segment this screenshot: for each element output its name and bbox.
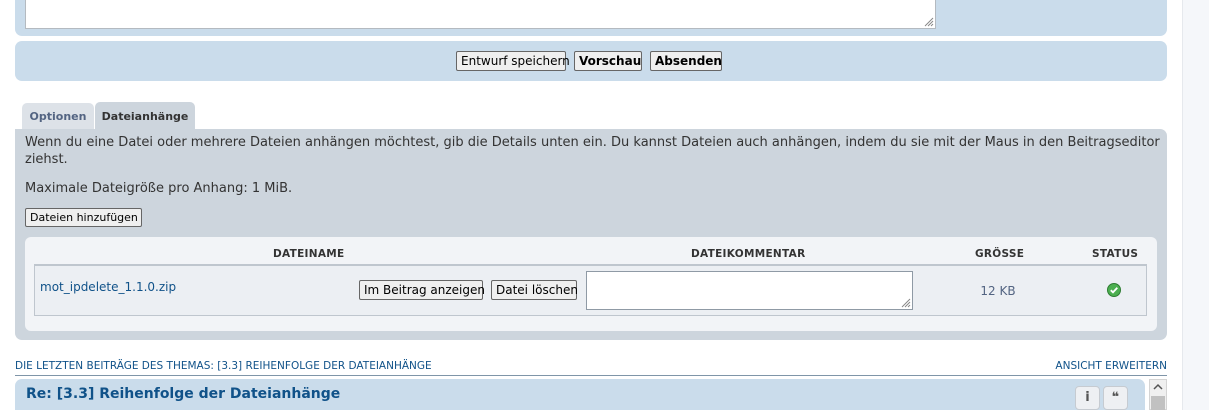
attachments-intro: Wenn du eine Datei oder mehrere Dateien … (25, 135, 1160, 150)
scroll-up-icon[interactable] (1153, 382, 1163, 392)
scrollbar[interactable] (1149, 379, 1167, 410)
resize-grip-icon[interactable] (922, 15, 934, 27)
tab-attachments[interactable]: Dateianhänge (95, 102, 195, 129)
file-size: 12 KB (980, 284, 1016, 298)
resize-grip-icon[interactable] (899, 296, 911, 308)
message-textarea[interactable] (25, 0, 936, 29)
info-icon[interactable]: i (1075, 386, 1100, 410)
save-draft-button[interactable]: Entwurf speichern (456, 51, 570, 71)
expand-view-link[interactable]: ANSICHT ERWEITERN (1055, 360, 1167, 372)
tab-options[interactable]: Optionen (22, 103, 94, 129)
delete-file-button[interactable]: Datei löschen (491, 280, 578, 300)
column-comment: DATEIKOMMENTAR (691, 248, 806, 260)
attachment-filename[interactable]: mot_ipdelete_1.1.0.zip (40, 280, 176, 294)
divider (15, 375, 1167, 376)
column-status: STATUS (1092, 248, 1139, 260)
max-filesize-note: Maximale Dateigröße pro Anhang: 1 MiB. (25, 181, 293, 196)
add-files-button[interactable]: Dateien hinzufügen (25, 208, 142, 227)
quote-icon[interactable]: ❝ (1103, 386, 1128, 410)
file-comment-input[interactable] (586, 271, 913, 310)
column-filename: DATEINAME (273, 248, 345, 260)
post-title[interactable]: Re: [3.3] Reihenfolge der Dateianhänge (26, 386, 340, 402)
checkmark-status-icon (1107, 283, 1121, 297)
topic-review-heading: DIE LETZTEN BEITRÄGE DES THEMAS: [3.3] R… (15, 360, 432, 372)
attachments-intro-cont: ziehst. (25, 152, 68, 167)
show-inline-button[interactable]: Im Beitrag anzeigen (359, 280, 485, 300)
scrollbar-thumb[interactable] (1151, 396, 1165, 410)
right-gutter (1182, 0, 1209, 410)
preview-button[interactable]: Vorschau (574, 51, 642, 71)
column-size: GRÖSSE (975, 248, 1025, 260)
submit-button[interactable]: Absenden (650, 51, 722, 71)
